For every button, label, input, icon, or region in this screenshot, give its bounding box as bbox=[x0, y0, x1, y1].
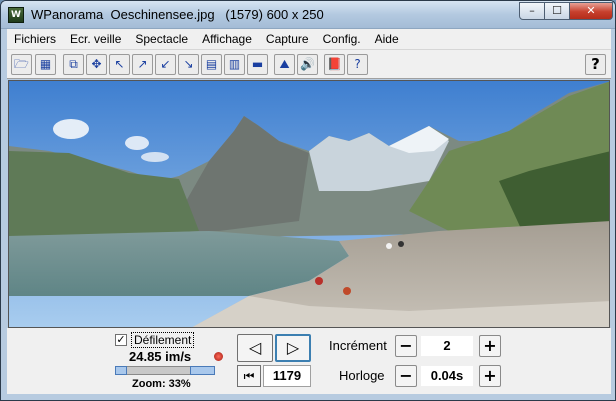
picture-icon[interactable]: ▦ bbox=[35, 54, 56, 75]
arrow-downleft-icon[interactable]: ↙ bbox=[155, 54, 176, 75]
panorama-view[interactable] bbox=[8, 80, 610, 328]
zoom-slider-left-handle[interactable] bbox=[115, 366, 127, 375]
clock-minus-button[interactable]: − bbox=[395, 365, 417, 387]
scroll-label[interactable]: Défilement bbox=[131, 332, 195, 348]
book-icon[interactable]: 📕 bbox=[324, 54, 345, 75]
frame-counter: 1179 bbox=[263, 365, 311, 387]
menu-aide[interactable]: Aide bbox=[368, 29, 406, 49]
person-icon[interactable]: ⛰ bbox=[274, 54, 295, 75]
increment-label: Incrément bbox=[329, 338, 387, 353]
increment-minus-button[interactable]: − bbox=[395, 335, 417, 357]
move-all-icon[interactable]: ✥ bbox=[86, 54, 107, 75]
zoom-label: Zoom: 33% bbox=[132, 378, 191, 390]
scroll-checkbox[interactable]: ✓ bbox=[115, 334, 127, 346]
arrow-downright-icon[interactable]: ↘ bbox=[178, 54, 199, 75]
menu-spectacle[interactable]: Spectacle bbox=[128, 29, 195, 49]
clock-plus-button[interactable]: + bbox=[479, 365, 501, 387]
increment-value: 2 bbox=[421, 336, 473, 356]
speed-readout: 24.85 im/s bbox=[129, 349, 192, 364]
menu-ecr-veille[interactable]: Ecr. veille bbox=[63, 29, 128, 49]
window-title: WPanorama Oeschinensee.jpg (1579) 600 x … bbox=[31, 7, 324, 22]
menu-capture[interactable]: Capture bbox=[259, 29, 316, 49]
menu-fichiers[interactable]: Fichiers bbox=[7, 29, 63, 49]
close-button[interactable]: ✕ bbox=[569, 2, 613, 20]
app-window: W WPanorama Oeschinensee.jpg (1579) 600 … bbox=[0, 0, 616, 401]
view-full-icon[interactable]: ▤ bbox=[201, 54, 222, 75]
help-book-icon[interactable]: ? bbox=[347, 54, 368, 75]
title-bar[interactable]: W WPanorama Oeschinensee.jpg (1579) 600 … bbox=[1, 1, 615, 29]
panorama-image bbox=[9, 81, 609, 327]
view-thin-icon[interactable]: ▬ bbox=[247, 54, 268, 75]
clock-value: 0.04s bbox=[421, 366, 473, 386]
menu-bar: Fichiers Ecr. veille Spectacle Affichage… bbox=[7, 29, 611, 49]
maximize-button[interactable]: ☐ bbox=[544, 2, 570, 20]
open-folder-icon[interactable]: 🗁 bbox=[11, 54, 32, 75]
minimize-button[interactable]: – bbox=[519, 2, 545, 20]
first-frame-button[interactable]: ⏮ bbox=[237, 365, 261, 387]
next-button[interactable]: ▷ bbox=[275, 334, 311, 362]
clock-label: Horloge bbox=[339, 368, 385, 383]
menu-affichage[interactable]: Affichage bbox=[195, 29, 259, 49]
sound-icon[interactable]: 🔊 bbox=[297, 54, 318, 75]
zoom-slider-right-handle[interactable] bbox=[190, 366, 215, 375]
app-icon[interactable]: W bbox=[8, 7, 24, 23]
speed-indicator-icon bbox=[214, 352, 223, 361]
arrow-upleft-icon[interactable]: ↖ bbox=[109, 54, 130, 75]
toolbar: 🗁 ▦ ⧉ ✥ ↖ ↗ ↙ ↘ ▤ ▥ ▬ ⛰ 🔊 📕 ? ? bbox=[7, 49, 611, 79]
view-strip-icon[interactable]: ▥ bbox=[224, 54, 245, 75]
menu-config[interactable]: Config. bbox=[316, 29, 368, 49]
arrow-upright-icon[interactable]: ↗ bbox=[132, 54, 153, 75]
increment-plus-button[interactable]: + bbox=[479, 335, 501, 357]
help-button[interactable]: ? bbox=[585, 54, 606, 75]
fit-window-icon[interactable]: ⧉ bbox=[63, 54, 84, 75]
control-panel: ✓ Défilement 24.85 im/s Zoom: 33% ◁ ▷ ⏮ … bbox=[7, 328, 611, 394]
previous-button[interactable]: ◁ bbox=[237, 334, 273, 362]
